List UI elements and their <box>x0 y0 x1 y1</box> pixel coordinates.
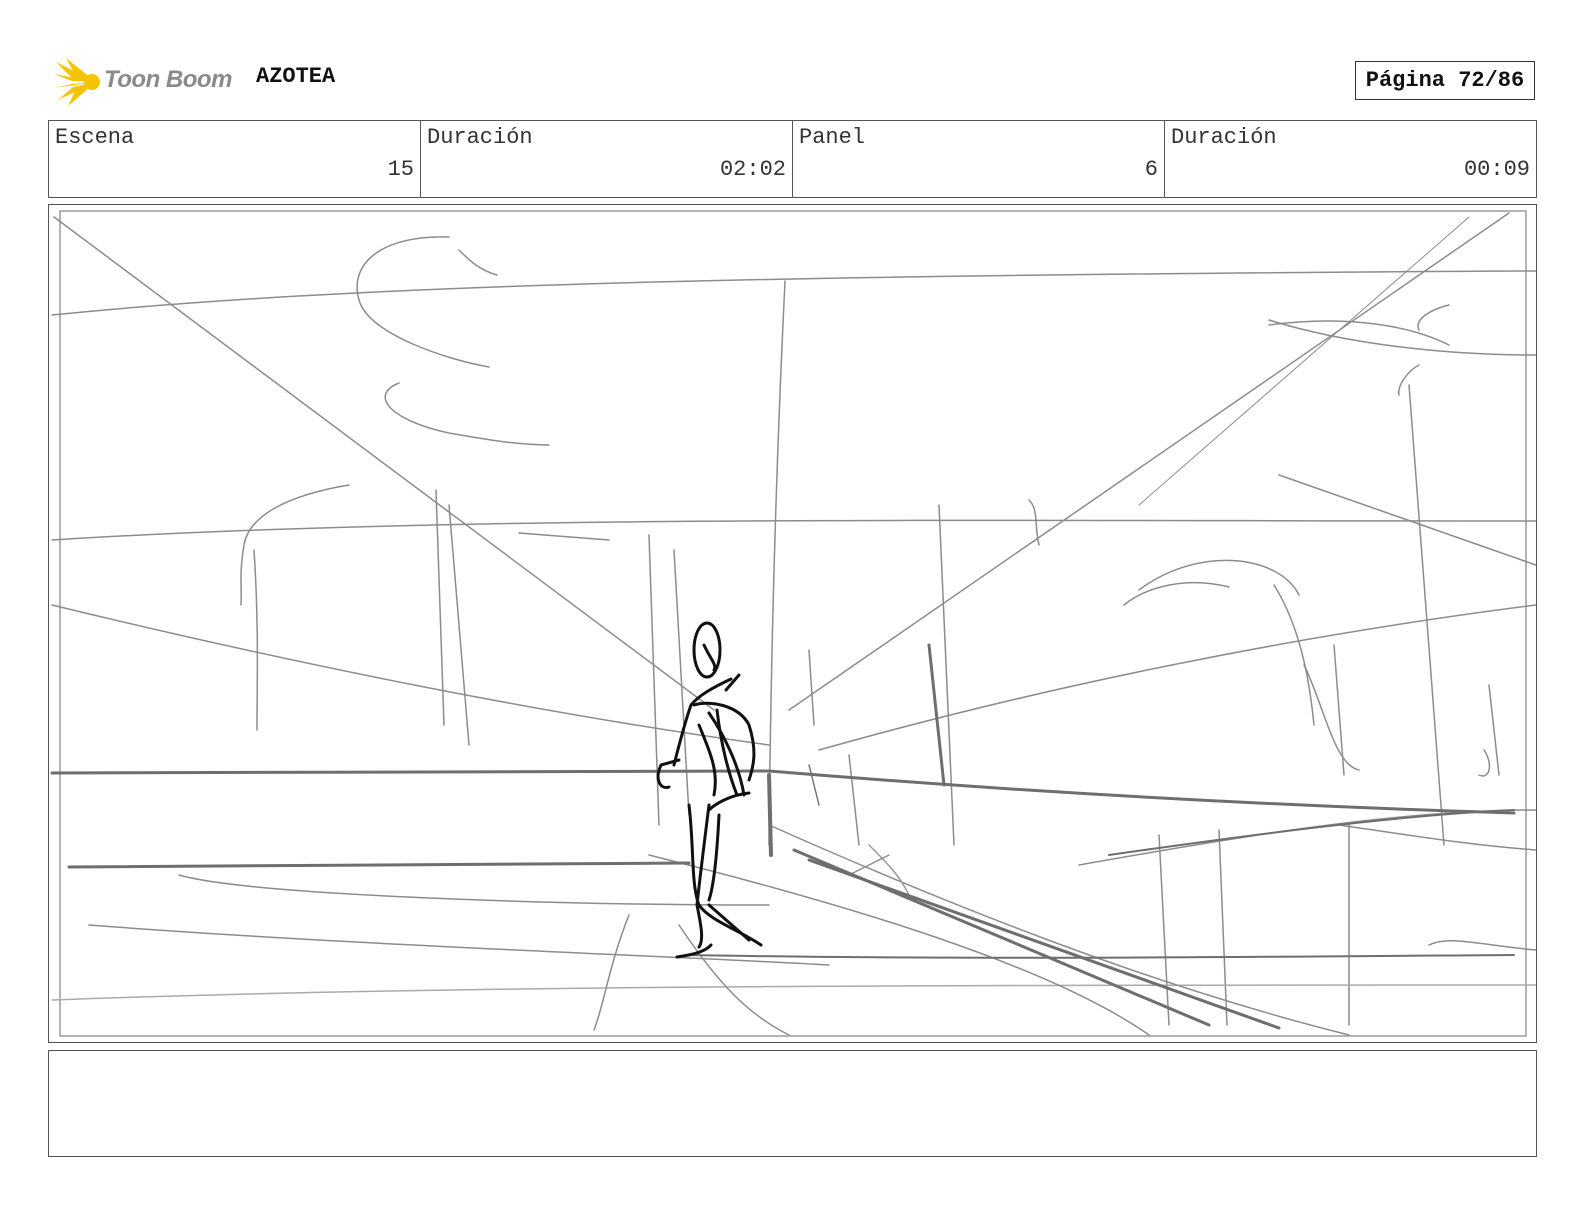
scene-duration-cell: Duración 02:02 <box>421 121 793 197</box>
character-figure <box>656 621 763 959</box>
background-sketch-lines <box>51 212 1536 1036</box>
sketch-drawing <box>50 210 1536 1037</box>
logo-text: Toon Boom <box>104 66 232 93</box>
panel-cell: Panel 6 <box>793 121 1165 197</box>
panel-value: 6 <box>1144 157 1158 182</box>
panel-duration-label: Duración <box>1171 125 1277 150</box>
storyboard-panel <box>48 204 1537 1043</box>
scene-label: Escena <box>55 125 135 150</box>
inner-frame <box>59 210 1527 1037</box>
panel-label: Panel <box>799 125 866 150</box>
panel-duration-cell: Duración 00:09 <box>1165 121 1536 197</box>
page-number: Página 72/86 <box>1355 61 1535 100</box>
panel-notes-box <box>48 1050 1537 1157</box>
project-title: AZOTEA <box>256 64 336 89</box>
floor-rail-lines <box>50 643 1516 1030</box>
toon-boom-logo: Toon Boom <box>52 56 238 108</box>
scene-value: 15 <box>387 157 414 182</box>
scene-info-row: Escena 15 Duración 02:02 Panel 6 Duració… <box>48 120 1537 198</box>
toon-boom-burst-icon <box>54 58 100 106</box>
scene-duration-label: Duración <box>427 125 533 150</box>
scene-cell: Escena 15 <box>49 121 421 197</box>
scene-duration-value: 02:02 <box>719 157 786 182</box>
panel-duration-value: 00:09 <box>1463 157 1530 182</box>
